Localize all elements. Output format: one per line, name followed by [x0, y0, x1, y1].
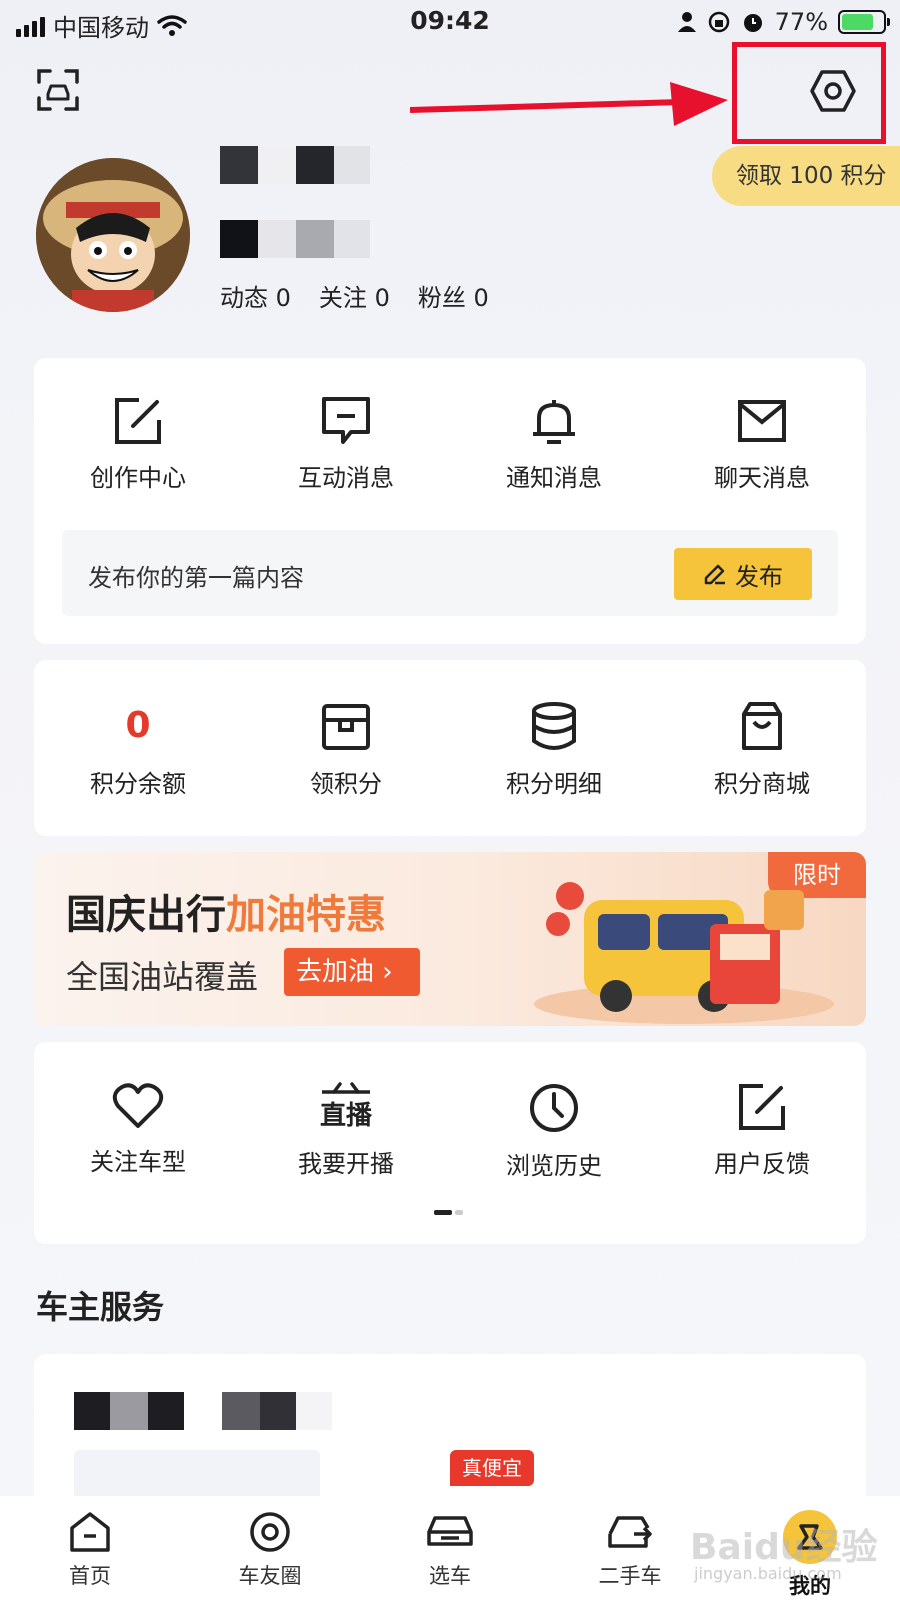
avatar-image	[36, 158, 190, 312]
points-balance-button[interactable]: 0 积分余额	[38, 700, 238, 799]
svg-text:直播: 直播	[320, 1101, 373, 1131]
stat-following[interactable]: 关注 0	[319, 278, 390, 313]
notifications-button[interactable]: 通知消息	[454, 396, 654, 493]
chat-messages-label: 聊天消息	[714, 464, 810, 492]
annotation-arrow	[410, 82, 728, 126]
stat-posts[interactable]: 动态 0	[220, 278, 291, 313]
pencil-icon	[704, 564, 725, 585]
home-icon	[70, 1512, 110, 1552]
annotation-highlight-box	[732, 42, 886, 144]
tab-used-car-label: 二手车	[598, 1564, 662, 1588]
banner-subtitle: 全国油站覆盖	[66, 958, 259, 996]
owner-services-card	[34, 1354, 866, 1514]
creator-center-button[interactable]: 创作中心	[38, 396, 238, 493]
publish-prompt: 发布你的第一篇内容	[88, 564, 304, 592]
tab-select-car-label: 选车	[429, 1564, 471, 1588]
username-redacted	[220, 146, 370, 184]
banner-title: 国庆出行加油特惠	[66, 892, 386, 938]
claim-points-button[interactable]: 领取 100 积分	[712, 146, 900, 206]
bus-illustration	[534, 882, 834, 1024]
profile-stats: 动态 0 关注 0 粉丝 0	[220, 278, 489, 313]
settings-icon[interactable]	[810, 68, 856, 114]
bell-icon	[533, 400, 575, 444]
publish-button-label: 发布	[735, 562, 783, 591]
interaction-messages-label: 互动消息	[298, 464, 394, 492]
status-right: 77%	[677, 8, 890, 36]
go-live-label: 我要开播	[298, 1150, 394, 1178]
database-icon	[532, 702, 576, 750]
user-feedback-button[interactable]: 用户反馈	[662, 1082, 862, 1181]
car-icon	[427, 1516, 473, 1546]
mail-icon	[738, 400, 786, 442]
carousel-pager	[434, 1210, 463, 1215]
box-icon	[322, 704, 370, 750]
chat-messages-button[interactable]: 聊天消息	[662, 396, 862, 493]
used-car-icon	[608, 1516, 652, 1548]
tab-select-car[interactable]: 选车	[375, 1496, 525, 1600]
edit-icon	[115, 398, 161, 444]
services-heading-redacted	[74, 1392, 332, 1430]
scan-icon[interactable]	[36, 68, 80, 112]
live-icon: 直播	[320, 1082, 373, 1131]
interaction-messages-button[interactable]: 互动消息	[246, 396, 446, 493]
points-mall-button[interactable]: 积分商城	[662, 700, 862, 799]
clock-icon	[530, 1084, 578, 1132]
browse-history-label: 浏览历史	[506, 1152, 602, 1180]
shopping-bag-icon	[742, 702, 782, 750]
cheap-promo-tag: 真便宜	[450, 1450, 534, 1486]
owner-services-title: 车主服务	[36, 1288, 165, 1326]
fuel-promo-banner[interactable]: 国庆出行加油特惠 全国油站覆盖 去加油 › 限时	[34, 852, 866, 1026]
watermark-logo: Baidu经验	[690, 1527, 878, 1568]
tab-home-label: 首页	[69, 1564, 111, 1588]
heart-icon	[112, 1083, 164, 1128]
claim-points-grid-button[interactable]: 领积分	[246, 700, 446, 799]
followed-models-button[interactable]: 关注车型	[38, 1082, 238, 1181]
go-live-button[interactable]: 直播 我要开播	[246, 1082, 446, 1181]
battery-icon	[838, 10, 890, 34]
browse-history-button[interactable]: 浏览历史	[454, 1082, 654, 1181]
tab-used-car[interactable]: 二手车	[555, 1496, 705, 1600]
creation-card: 创作中心 互动消息 通知消息 聊天消息 发布你的第一篇内容 发布	[34, 358, 866, 644]
tools-card: 关注车型 直播 我要开播 浏览历史 用户反馈	[34, 1042, 866, 1244]
points-balance-label: 积分余额	[90, 770, 186, 798]
comment-icon	[322, 397, 370, 444]
person-icon	[677, 12, 696, 32]
publish-bar[interactable]: 发布你的第一篇内容 发布	[62, 530, 838, 616]
points-detail-label: 积分明细	[506, 770, 602, 798]
watermark-url: jingyan.baidu.com	[694, 1564, 842, 1583]
points-card: 0 积分余额 领积分 积分明细 积分商城	[34, 660, 866, 836]
user-id-redacted	[220, 220, 370, 258]
followed-models-label: 关注车型	[90, 1148, 186, 1176]
go-refuel-button[interactable]: 去加油 ›	[284, 948, 420, 996]
claim-points-label: 领积分	[310, 770, 382, 798]
points-balance-value: 0	[125, 705, 151, 746]
stat-followers[interactable]: 粉丝 0	[418, 278, 489, 313]
points-mall-label: 积分商城	[714, 770, 810, 798]
battery-percent: 77%	[774, 8, 828, 36]
rotation-lock-icon	[708, 11, 729, 33]
tab-community-label: 车友圈	[238, 1564, 302, 1588]
avatar[interactable]	[36, 158, 190, 312]
status-bar: 中国移动 09:42 77%	[0, 0, 900, 46]
alarm-icon	[743, 14, 762, 32]
feedback-icon	[739, 1084, 785, 1130]
publish-button[interactable]: 发布	[674, 548, 812, 600]
creator-center-label: 创作中心	[90, 464, 186, 492]
community-icon	[250, 1512, 290, 1552]
notifications-label: 通知消息	[506, 464, 602, 492]
user-feedback-label: 用户反馈	[714, 1150, 810, 1178]
tab-community[interactable]: 车友圈	[195, 1496, 345, 1600]
tab-home[interactable]: 首页	[15, 1496, 165, 1600]
points-detail-button[interactable]: 积分明细	[454, 700, 654, 799]
